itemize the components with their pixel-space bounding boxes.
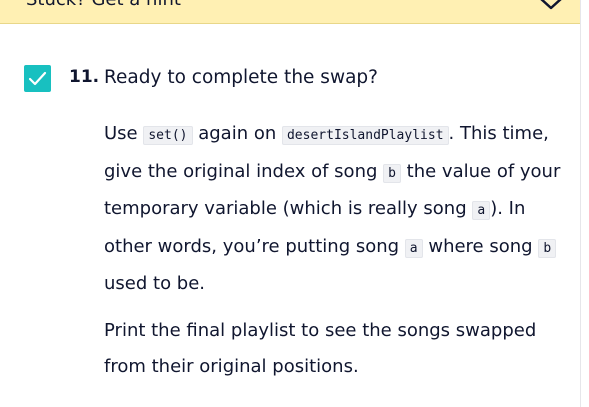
instruction-text: where song bbox=[422, 235, 539, 257]
task-checkbox[interactable] bbox=[24, 65, 51, 92]
inline-code: b bbox=[538, 238, 557, 258]
hint-label[interactable]: Stuck? Get a hint bbox=[26, 0, 181, 12]
hint-bar[interactable]: Stuck? Get a hint bbox=[0, 0, 580, 24]
chevron-down-icon[interactable] bbox=[536, 0, 566, 12]
inline-code: desertIslandPlaylist bbox=[281, 126, 449, 145]
inline-code: a bbox=[404, 238, 423, 258]
check-icon bbox=[28, 71, 47, 86]
task-title: Ready to complete the swap? bbox=[104, 67, 378, 88]
instruction-text: again on bbox=[192, 123, 282, 144]
inline-code: set() bbox=[143, 126, 193, 145]
instruction-text: Use bbox=[104, 123, 144, 144]
instruction-text: used to be. bbox=[104, 273, 206, 294]
panel-edge bbox=[580, 0, 589, 407]
task-instructions: Use set() again on desertIslandPlaylist.… bbox=[104, 116, 564, 302]
task-number: 11. bbox=[69, 67, 100, 87]
task-followup: Print the final playlist to see the song… bbox=[104, 320, 537, 377]
inline-code: b bbox=[383, 163, 401, 183]
inline-code: a bbox=[472, 201, 491, 220]
